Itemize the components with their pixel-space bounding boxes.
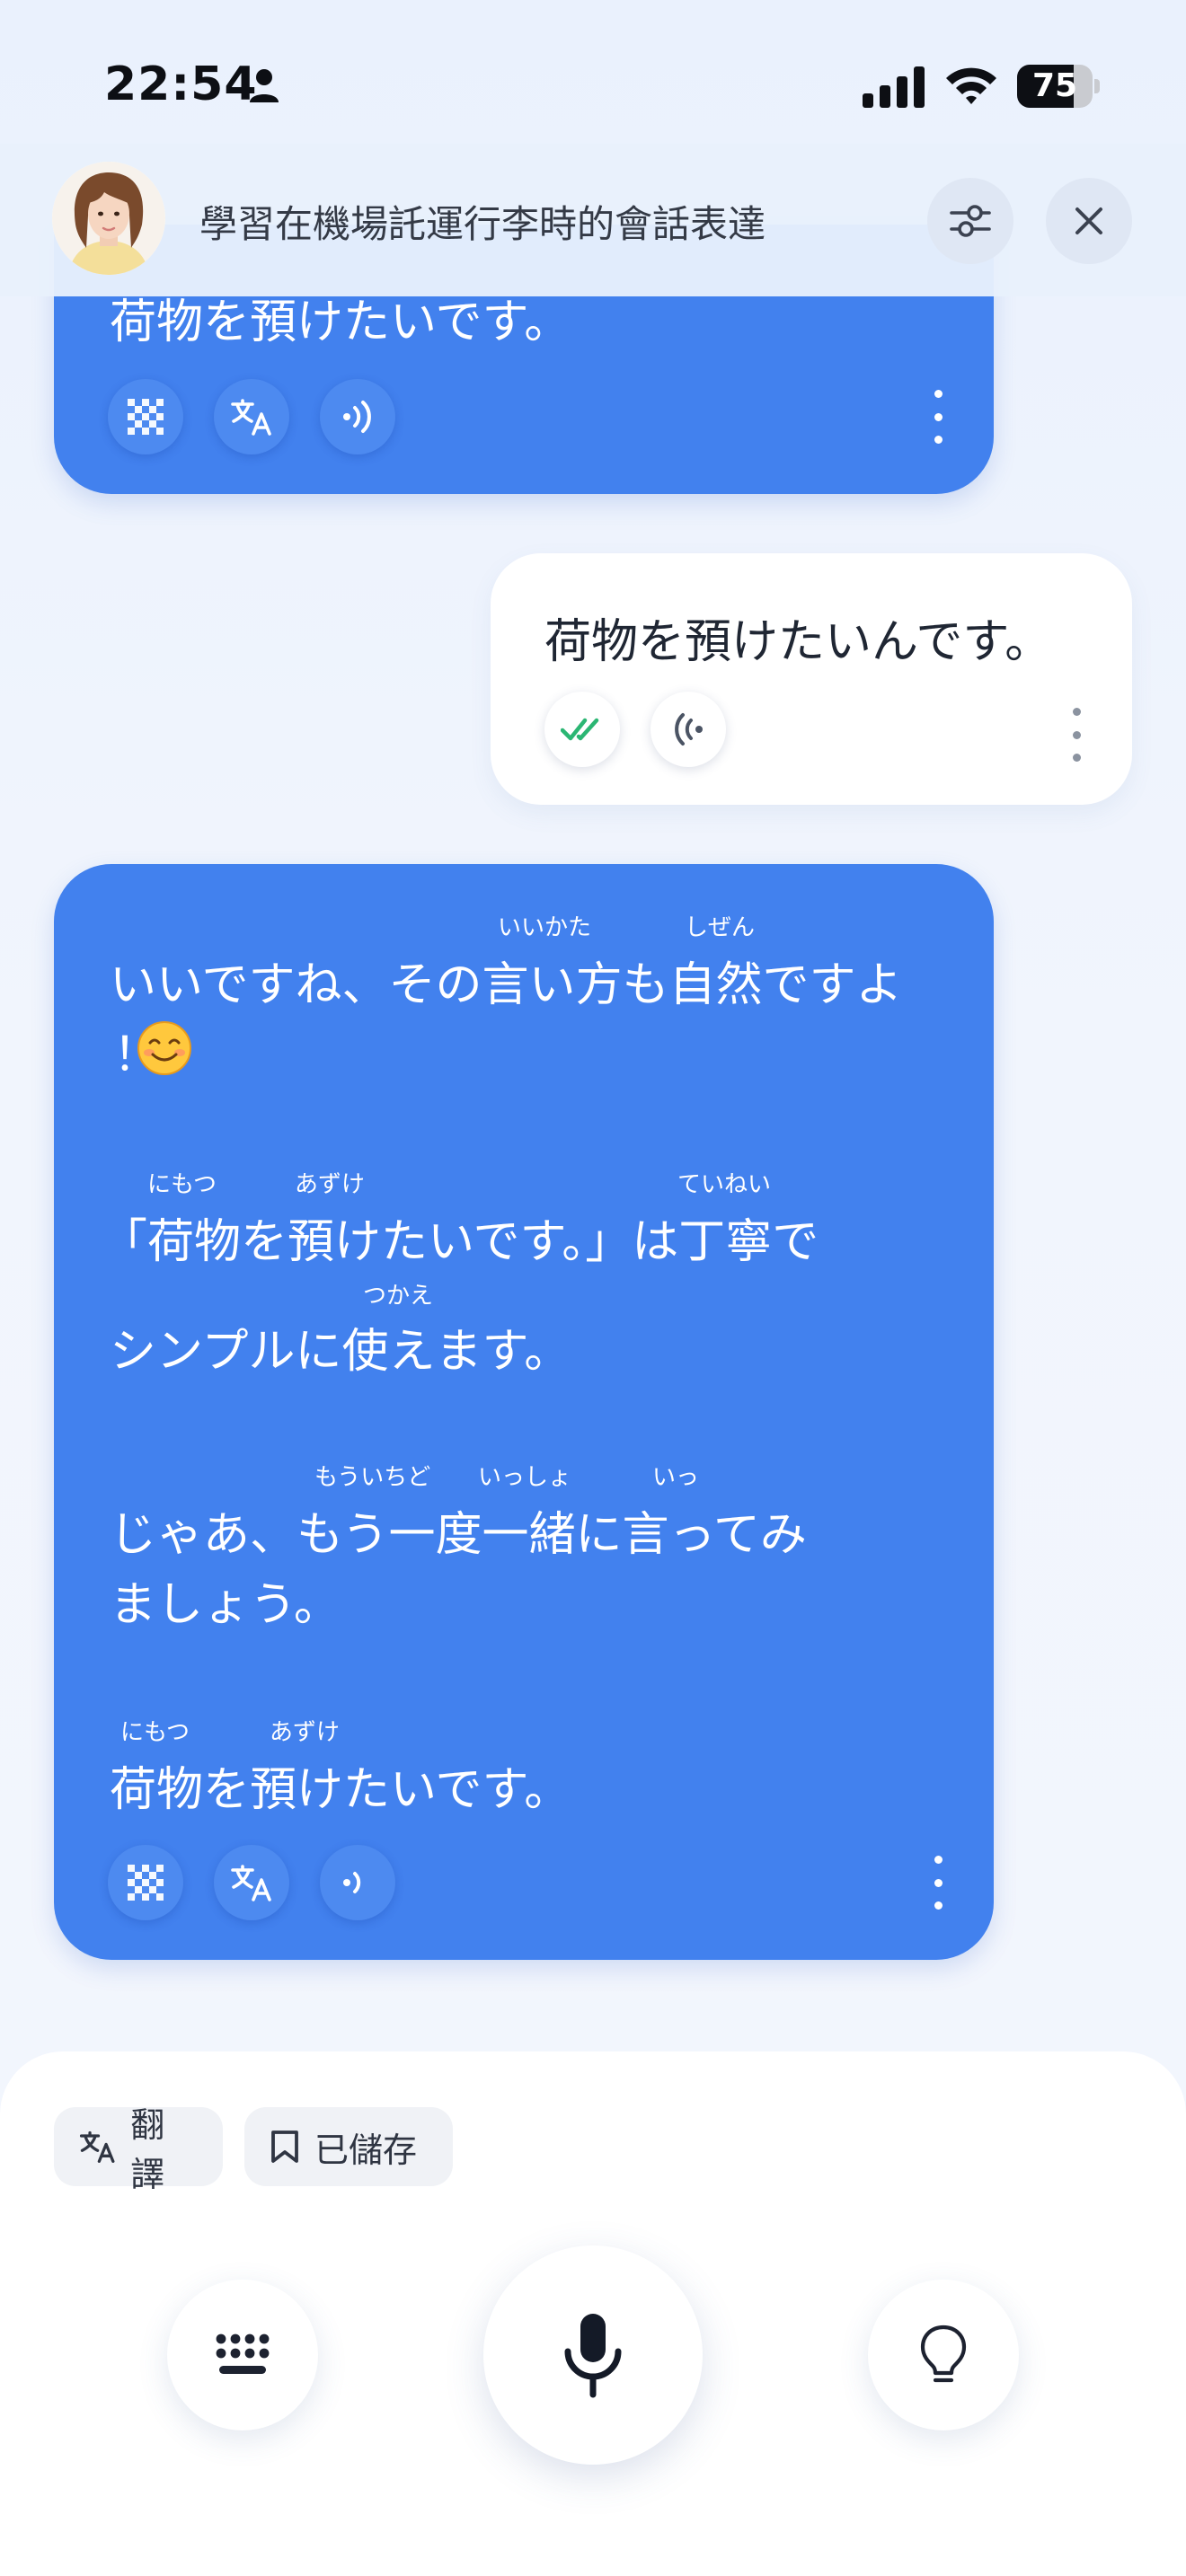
- furigana: しぜん: [685, 914, 756, 941]
- furigana: もういちど: [314, 1464, 431, 1491]
- cellular-signal-icon: [863, 66, 925, 108]
- play-audio-button[interactable]: [320, 379, 395, 454]
- sound-wave-icon: [343, 1872, 361, 1893]
- translate-icon: [231, 1865, 271, 1901]
- blur-text-button[interactable]: [108, 379, 183, 454]
- lightbulb-icon: [920, 2325, 967, 2383]
- page-title: 學習在機場託運行李時的會話表達: [199, 202, 766, 246]
- furigana: あずけ: [295, 1171, 366, 1198]
- furigana: いっしょ: [478, 1464, 572, 1491]
- person-icon: [250, 69, 279, 102]
- message-line: 「荷物を預けたいです。」は丁寧で: [101, 1215, 819, 1269]
- conversation-header: 學習在機場託運行李時的會話表達: [0, 144, 1186, 296]
- furigana: にもつ: [147, 1171, 217, 1198]
- saved-button[interactable]: 已儲存: [244, 2107, 453, 2186]
- user-message-bubble: 荷物を預けたいんです。: [491, 553, 1132, 805]
- saved-label: 已儲存: [314, 2130, 418, 2170]
- double-check-icon: [561, 718, 599, 741]
- more-options-button[interactable]: [929, 390, 947, 444]
- settings-button[interactable]: [927, 178, 1013, 264]
- pronunciation-status-button[interactable]: [544, 692, 620, 767]
- mosaic-icon: [128, 1865, 164, 1901]
- status-time: 22:54: [104, 57, 258, 111]
- translate-icon: [79, 2130, 115, 2163]
- sound-wave-icon: [343, 401, 371, 433]
- sliders-icon: [950, 205, 991, 237]
- keyboard-icon: [216, 2333, 270, 2374]
- blur-text-button[interactable]: [108, 1845, 183, 1920]
- message-line: 荷物を預けたいです。: [110, 1763, 571, 1817]
- more-options-button[interactable]: [1067, 708, 1085, 762]
- translate-icon: [231, 399, 271, 436]
- bookmark-icon: [271, 2130, 298, 2163]
- smiling-face-emoji-icon: [137, 1021, 191, 1075]
- microphone-icon: [564, 2314, 622, 2398]
- play-audio-button[interactable]: [320, 1845, 395, 1920]
- close-icon: [1075, 207, 1102, 234]
- translate-message-button[interactable]: [214, 379, 289, 454]
- furigana: にもつ: [120, 1719, 190, 1746]
- furigana: いっ: [652, 1464, 700, 1491]
- message-line: じゃあ、もう一度一緒に言ってみ: [110, 1508, 807, 1562]
- furigana: ていねい: [677, 1171, 772, 1198]
- message-line: いいですね、その言い方も自然ですよ: [110, 958, 903, 1012]
- message-line: ましょう。: [110, 1578, 341, 1632]
- translate-label: 翻譯: [130, 2105, 165, 2194]
- play-recording-button[interactable]: [651, 692, 726, 767]
- avatar-portrait-icon: [52, 162, 165, 275]
- ai-message-bubble: いいかた しぜん いいですね、その言い方も自然ですよ ！ にもつ あずけ ていね…: [54, 864, 994, 1960]
- furigana: あずけ: [270, 1719, 341, 1746]
- battery-indicator: 75: [1017, 65, 1100, 108]
- battery-level: 75: [1031, 67, 1078, 104]
- mosaic-icon: [128, 399, 164, 435]
- translate-message-button[interactable]: [214, 1845, 289, 1920]
- more-options-button[interactable]: [929, 1856, 947, 1910]
- hint-button[interactable]: [868, 2280, 1019, 2430]
- microphone-button[interactable]: [483, 2245, 703, 2465]
- wifi-icon: [946, 67, 996, 104]
- tutor-avatar: [52, 162, 165, 275]
- message-text: 荷物を預けたいんです。: [544, 615, 1052, 669]
- message-line: シンプルに使えます。: [110, 1325, 571, 1379]
- furigana: いいかた: [498, 914, 592, 941]
- input-panel: 翻譯 已儲存: [0, 2051, 1186, 2576]
- close-button[interactable]: [1046, 178, 1132, 264]
- translate-toggle-button[interactable]: 翻譯: [54, 2105, 223, 2194]
- keyboard-button[interactable]: [167, 2280, 318, 2430]
- sound-wave-icon: [675, 713, 703, 745]
- furigana: つかえ: [363, 1283, 434, 1310]
